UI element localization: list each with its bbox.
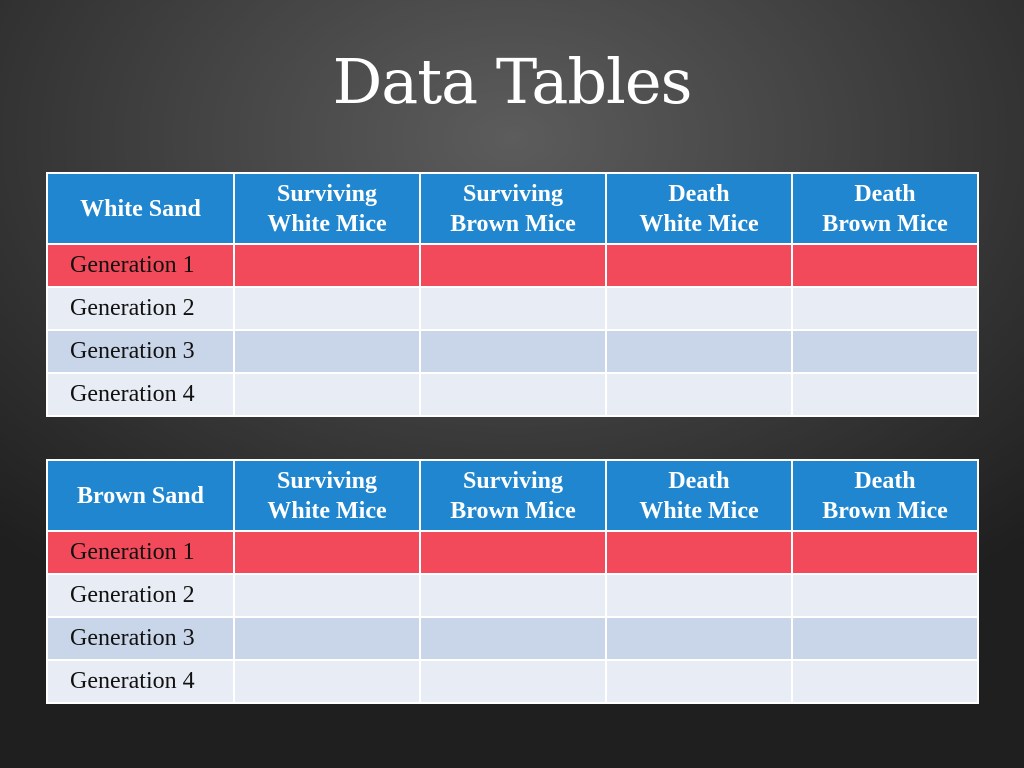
column-header-line2: White Mice — [639, 210, 759, 237]
column-header-line1: Death — [854, 180, 916, 207]
table-cell[interactable] — [791, 573, 979, 618]
column-header-line2: Brown Mice — [450, 210, 576, 237]
table-cell[interactable] — [605, 573, 793, 618]
table-row: Generation 4 — [46, 659, 979, 704]
table-row: Generation 2 — [46, 286, 979, 331]
table-cell[interactable] — [419, 573, 607, 618]
table-cell[interactable] — [233, 659, 421, 704]
table-cell[interactable] — [791, 286, 979, 331]
table-row: Generation 1 — [46, 243, 979, 288]
table-row: Generation 3 — [46, 329, 979, 374]
table-row: Generation 3 — [46, 616, 979, 661]
column-header-line1: Surviving — [276, 180, 378, 207]
row-label: Generation 4 — [46, 372, 235, 417]
table-cell[interactable] — [419, 616, 607, 661]
table-cell[interactable] — [419, 659, 607, 704]
table-cell[interactable] — [605, 329, 793, 374]
corner-header: Brown Sand — [46, 459, 235, 532]
column-header-line1: Death — [668, 180, 730, 207]
column-header: Surviving White Mice — [233, 172, 421, 245]
table-cell[interactable] — [233, 243, 421, 288]
table-cell[interactable] — [233, 372, 421, 417]
table-cell[interactable] — [233, 329, 421, 374]
column-header: Death White Mice — [605, 172, 793, 245]
table-cell[interactable] — [791, 372, 979, 417]
column-header-line2: White Mice — [267, 210, 387, 237]
table-cell[interactable] — [419, 329, 607, 374]
column-header-line2: White Mice — [267, 497, 387, 524]
row-label: Generation 3 — [46, 329, 235, 374]
table-cell[interactable] — [233, 616, 421, 661]
table-cell[interactable] — [791, 243, 979, 288]
table-row: Generation 4 — [46, 372, 979, 417]
table-cell[interactable] — [419, 372, 607, 417]
table-row: Generation 1 — [46, 530, 979, 575]
table-cell[interactable] — [605, 286, 793, 331]
table-cell[interactable] — [233, 573, 421, 618]
row-label: Generation 2 — [46, 573, 235, 618]
table-cell[interactable] — [419, 286, 607, 331]
corner-header: White Sand — [46, 172, 235, 245]
table-cell[interactable] — [791, 659, 979, 704]
column-header-line2: Brown Mice — [822, 210, 948, 237]
brown-sand-table: Brown Sand Surviving White Mice Surviving… — [46, 459, 979, 704]
table-cell[interactable] — [605, 659, 793, 704]
column-header: Surviving White Mice — [233, 459, 421, 532]
column-header-line2: Brown Mice — [450, 497, 576, 524]
table-cell[interactable] — [605, 530, 793, 575]
header-row: Brown Sand Surviving White Mice Surviving… — [46, 459, 979, 532]
column-header: Death White Mice — [605, 459, 793, 532]
column-header-line1: Surviving — [276, 467, 378, 494]
row-label: Generation 2 — [46, 286, 235, 331]
row-label: Generation 4 — [46, 659, 235, 704]
table-cell[interactable] — [791, 329, 979, 374]
column-header-line1: Surviving — [462, 467, 564, 494]
table-cell[interactable] — [419, 530, 607, 575]
column-header-line2: White Mice — [639, 497, 759, 524]
table-row: Generation 2 — [46, 573, 979, 618]
table-cell[interactable] — [233, 530, 421, 575]
column-header-line1: Death — [854, 467, 916, 494]
row-label: Generation 1 — [46, 530, 235, 575]
table-cell[interactable] — [233, 286, 421, 331]
row-label: Generation 1 — [46, 243, 235, 288]
column-header: Death Brown Mice — [791, 172, 979, 245]
table-cell[interactable] — [605, 372, 793, 417]
table-cell[interactable] — [605, 616, 793, 661]
column-header: Surviving Brown Mice — [419, 459, 607, 532]
column-header-line2: Brown Mice — [822, 497, 948, 524]
column-header: Surviving Brown Mice — [419, 172, 607, 245]
slide-title: Data Tables — [332, 45, 693, 118]
table-cell[interactable] — [791, 530, 979, 575]
column-header-line1: Death — [668, 467, 730, 494]
table-cell[interactable] — [419, 243, 607, 288]
row-label: Generation 3 — [46, 616, 235, 661]
table-cell[interactable] — [791, 616, 979, 661]
white-sand-table: White Sand Surviving White Mice Surviving… — [46, 172, 979, 417]
column-header-line1: Surviving — [462, 180, 564, 207]
header-row: White Sand Surviving White Mice Surviving… — [46, 172, 979, 245]
column-header: Death Brown Mice — [791, 459, 979, 532]
table-cell[interactable] — [605, 243, 793, 288]
